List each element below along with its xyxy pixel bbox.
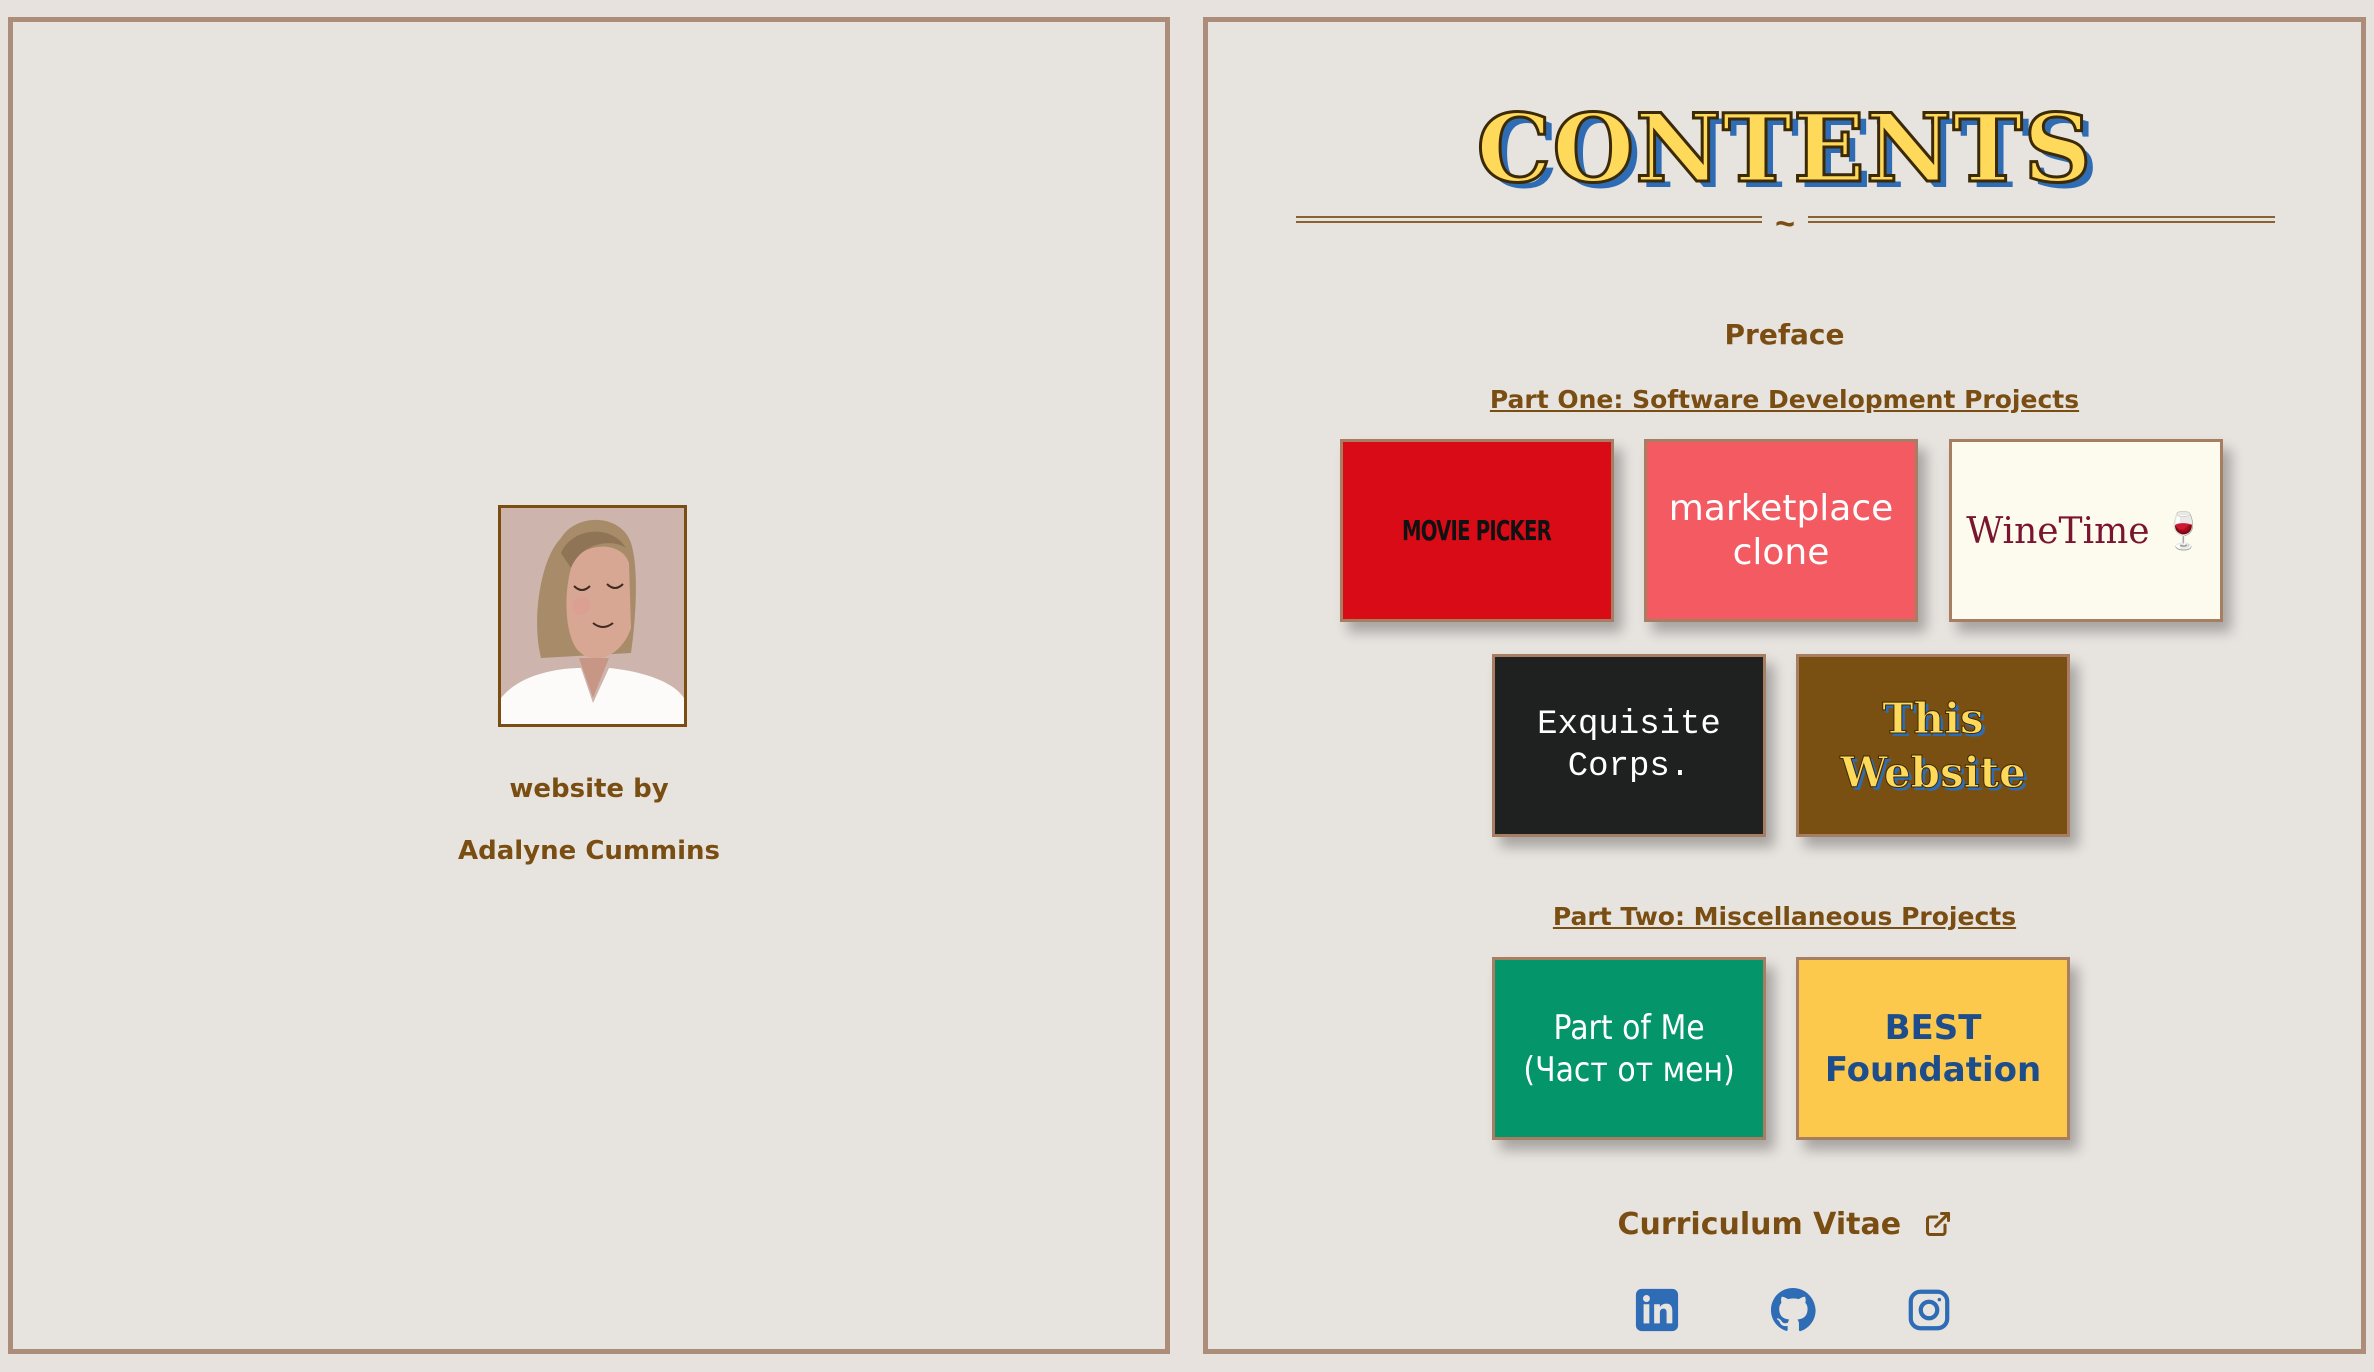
- github-icon[interactable]: [1770, 1287, 1816, 1333]
- divider-right: [1808, 216, 2275, 223]
- preface-link[interactable]: Preface: [1208, 318, 2361, 351]
- part-one-link[interactable]: Part One: Software Development Projects: [1208, 385, 2361, 414]
- project-tile-label: WineTime 🍷: [1966, 510, 2206, 552]
- project-tile-label: BEST: [1884, 1007, 1982, 1048]
- part-two-link[interactable]: Part Two: Miscellaneous Projects: [1208, 902, 2361, 931]
- cv-link[interactable]: Curriculum Vitae: [1208, 1207, 2361, 1246]
- external-link-icon: [1924, 1210, 1952, 1246]
- project-tile-label: Exquisite: [1537, 705, 1721, 744]
- project-tile-this-website[interactable]: This Website: [1796, 654, 2070, 837]
- project-tile-label: Corps.: [1567, 747, 1691, 786]
- project-tile-label: Website: [1840, 747, 2027, 797]
- left-page: website by Adalyne Cummins: [8, 17, 1170, 1354]
- author-illustration: [501, 508, 684, 724]
- author-portrait: [498, 505, 687, 727]
- instagram-icon[interactable]: [1906, 1287, 1952, 1333]
- project-tile-label: Part of Me: [1553, 1007, 1705, 1048]
- divider-glyph: ~: [1775, 205, 1795, 243]
- project-tile-label: Foundation: [1824, 1049, 2042, 1090]
- project-tile-label: clone: [1732, 531, 1830, 573]
- right-page: CONTENTS ~ Preface Part One: Software De…: [1203, 17, 2366, 1354]
- project-tile-label: MOVIE PICKER: [1402, 514, 1552, 547]
- project-tile-label: This: [1882, 693, 1984, 743]
- project-tile-part-of-me[interactable]: Part of Me (Част от мен): [1492, 957, 1766, 1140]
- contents-title: CONTENTS: [1475, 93, 2093, 206]
- project-tile-marketplace-clone[interactable]: marketplace clone: [1644, 439, 1918, 622]
- linkedin-icon[interactable]: [1634, 1287, 1680, 1333]
- project-tile-movie-picker[interactable]: MOVIE PICKER: [1340, 439, 1614, 622]
- project-tile-label: marketplace: [1668, 487, 1894, 529]
- divider-left: [1296, 216, 1762, 223]
- project-tile-winetime[interactable]: WineTime 🍷: [1949, 439, 2223, 622]
- project-tile-best-foundation[interactable]: BEST Foundation: [1796, 957, 2070, 1140]
- project-tile-label: (Част от мен): [1523, 1049, 1735, 1090]
- byline-label: website by: [509, 774, 669, 804]
- author-name: Adalyne Cummins: [457, 836, 720, 866]
- project-tile-exquisite-corps[interactable]: Exquisite Corps.: [1492, 654, 1766, 837]
- cv-label: Curriculum Vitae: [1617, 1207, 1902, 1242]
